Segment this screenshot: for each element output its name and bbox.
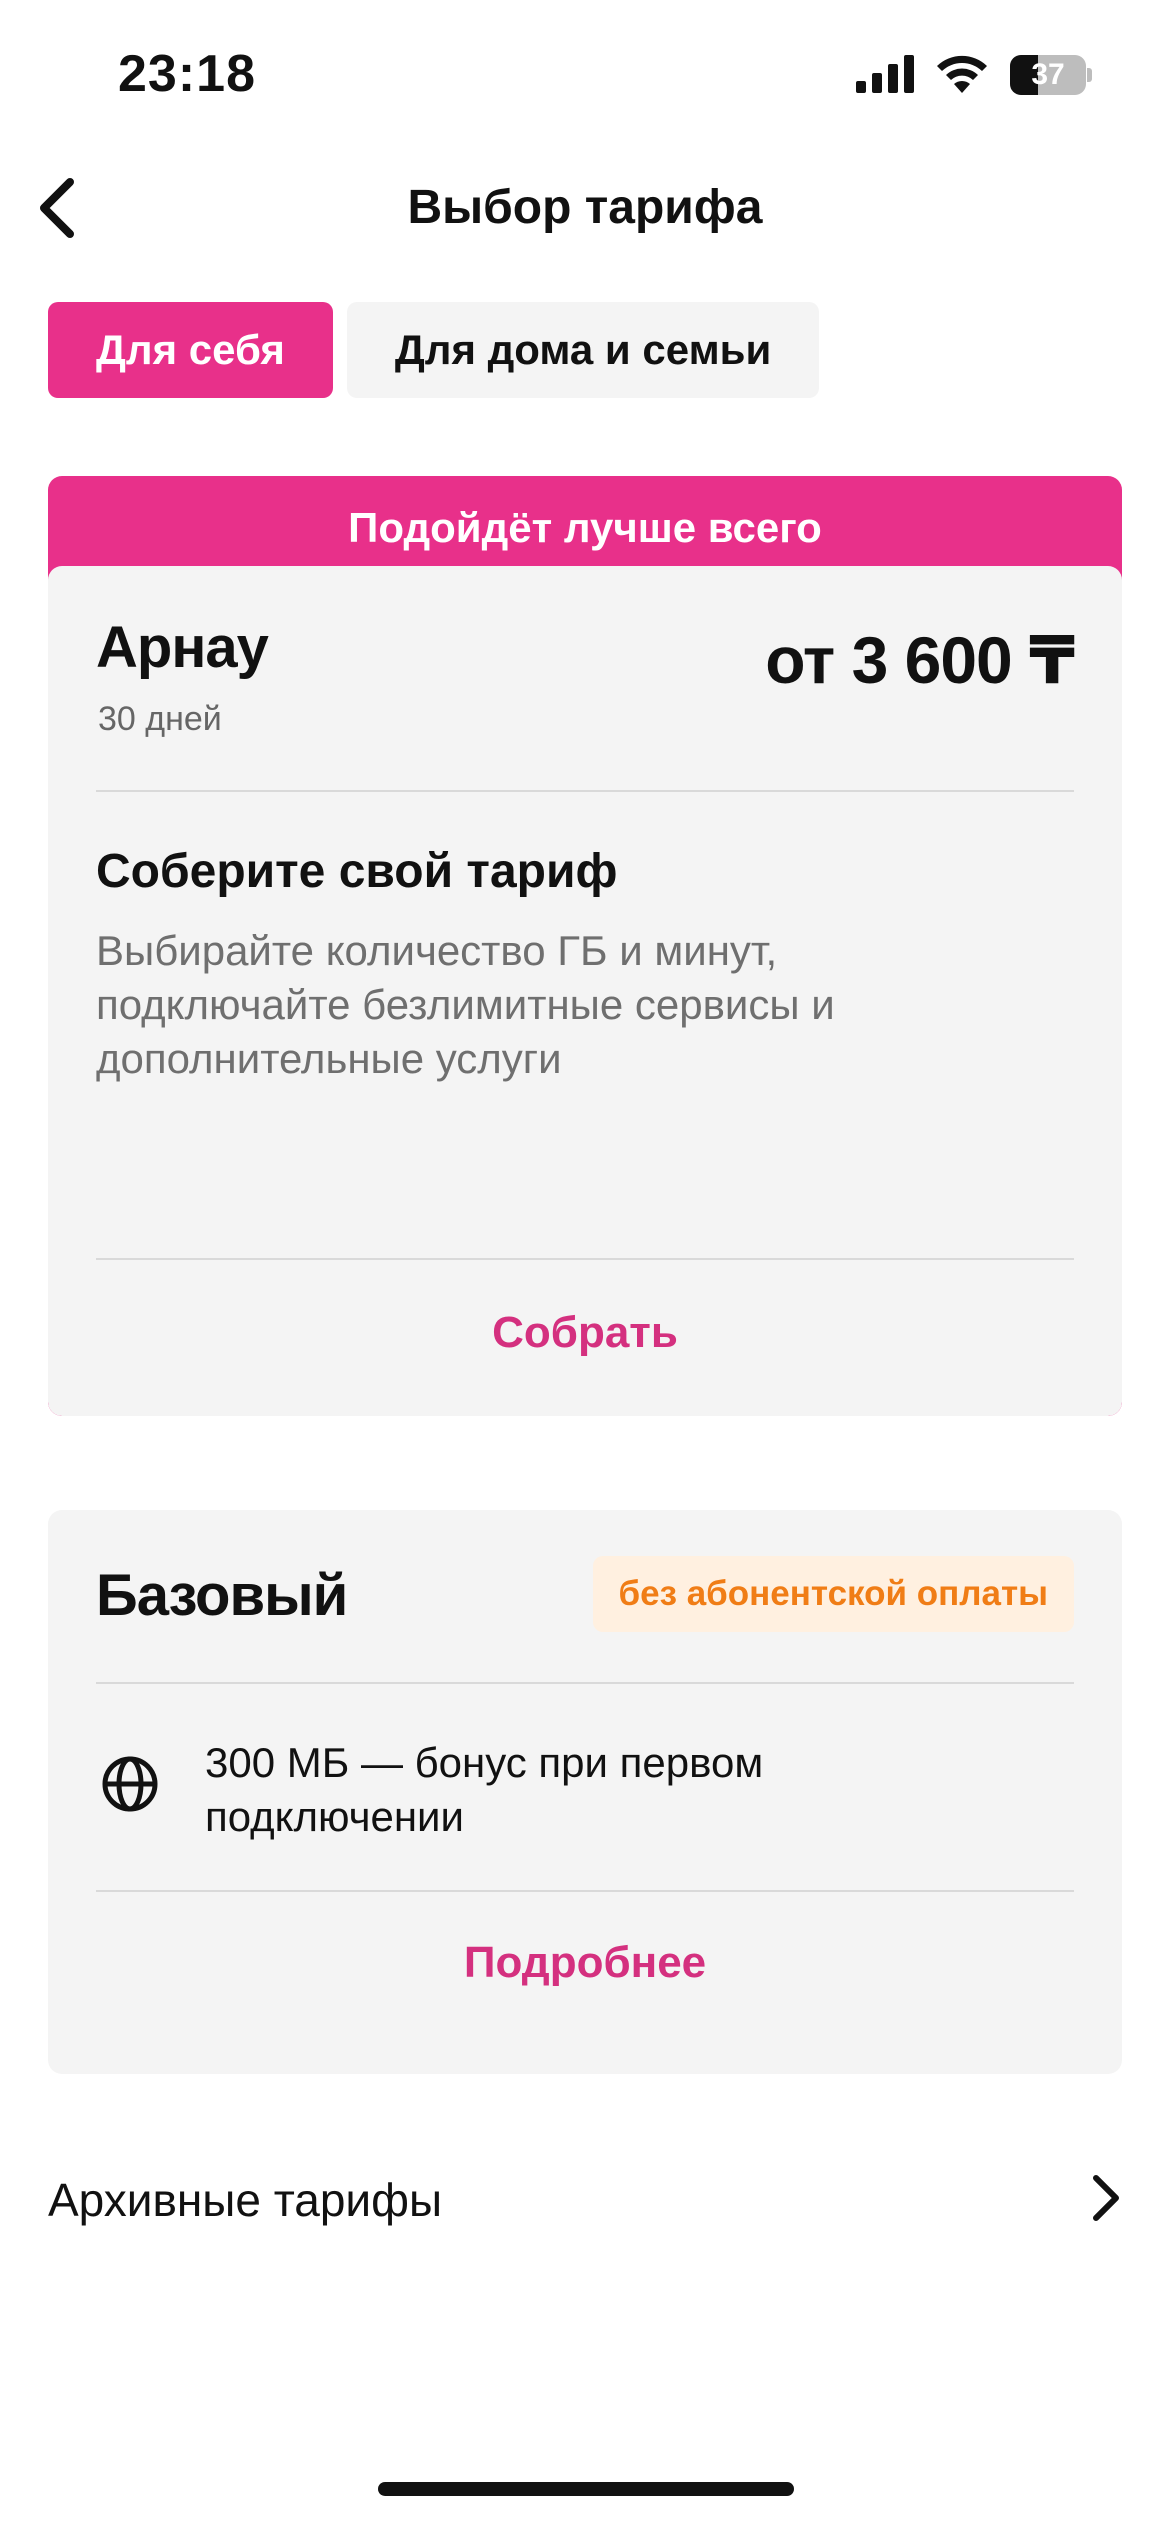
battery-icon: 37 bbox=[1010, 55, 1092, 95]
build-plan-title: Соберите свой тариф bbox=[96, 845, 618, 898]
divider bbox=[96, 1258, 1074, 1260]
build-plan-button[interactable]: Собрать bbox=[48, 1308, 1122, 1358]
plan-name: Базовый bbox=[96, 1563, 348, 1628]
tab-home-family[interactable]: Для дома и семьи bbox=[346, 302, 820, 398]
divider bbox=[96, 1682, 1074, 1684]
plan-type-tabs: Для себя Для дома и семьи bbox=[48, 302, 820, 398]
battery-level: 37 bbox=[1031, 58, 1065, 91]
status-icons: 37 bbox=[856, 52, 1092, 98]
status-time: 23:18 bbox=[118, 45, 256, 103]
plan-price: от 3 600 ₸ bbox=[765, 623, 1075, 697]
basic-plan-card: Базовый без абонентской оплаты 300 МБ — … bbox=[48, 1510, 1122, 2074]
recommended-banner: Подойдёт лучше всего bbox=[348, 504, 822, 551]
details-button[interactable]: Подробнее bbox=[48, 1938, 1122, 1988]
wifi-icon bbox=[934, 53, 990, 98]
recommended-plan-card: Подойдёт лучше всего Арнау 30 дней от 3 … bbox=[48, 476, 1122, 1416]
signal-icon bbox=[856, 53, 914, 98]
home-indicator[interactable] bbox=[378, 2482, 794, 2496]
status-bar: 23:18 37 bbox=[0, 0, 1170, 150]
plan-name: Арнау bbox=[96, 615, 269, 680]
plan-card-body: Арнау 30 дней от 3 600 ₸ Соберите свой т… bbox=[48, 566, 1122, 1416]
chevron-right-icon bbox=[1088, 2172, 1122, 2229]
plan-duration: 30 дней bbox=[98, 700, 222, 738]
build-plan-description: Выбирайте количество ГБ и минут, подключ… bbox=[96, 927, 835, 1082]
archived-plans-row[interactable]: Архивные тарифы bbox=[48, 2150, 1122, 2250]
plan-feature: 300 МБ — бонус при первом подключении bbox=[205, 1739, 764, 1840]
page-title: Выбор тарифа bbox=[407, 181, 763, 234]
archived-plans-label: Архивные тарифы bbox=[48, 2174, 443, 2226]
tab-for-self[interactable]: Для себя bbox=[48, 302, 333, 398]
status-badge: без абонентской оплаты bbox=[592, 1556, 1074, 1632]
nav-bar: Выбор тарифа bbox=[0, 150, 1170, 270]
divider bbox=[96, 790, 1074, 792]
divider bbox=[96, 1890, 1074, 1892]
globe-icon bbox=[100, 1754, 160, 1814]
